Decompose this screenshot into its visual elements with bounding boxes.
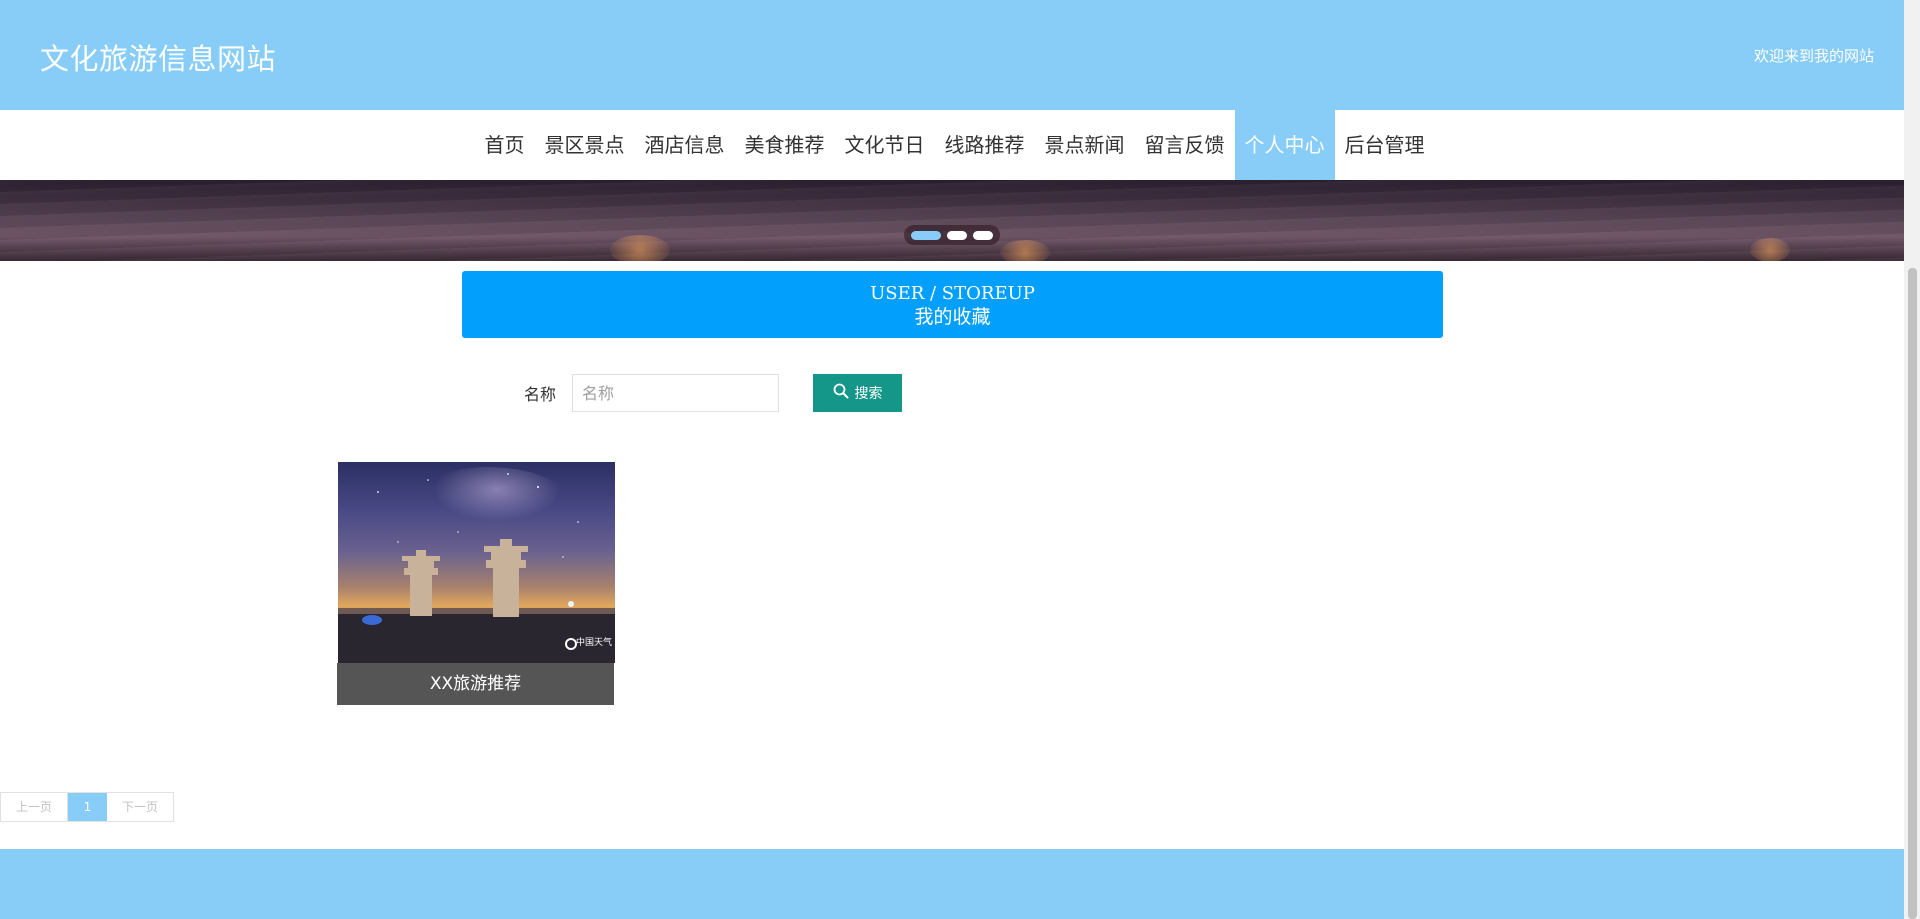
nav-item-feedback[interactable]: 留言反馈 <box>1135 110 1235 180</box>
carousel-indicators <box>904 225 1000 245</box>
carousel-dot[interactable] <box>947 230 967 240</box>
nav-item-home[interactable]: 首页 <box>475 110 535 180</box>
main-nav: 首页 景区景点 酒店信息 美食推荐 文化节日 线路推荐 景点新闻 留言反馈 个人… <box>0 110 1904 180</box>
next-page-button[interactable]: 下一页 <box>107 793 173 821</box>
card-title[interactable]: XX旅游推荐 <box>337 663 614 705</box>
nav-item-food[interactable]: 美食推荐 <box>735 110 835 180</box>
card-image[interactable]: 中国天气 <box>338 462 615 663</box>
page-number-button[interactable]: 1 <box>68 793 107 821</box>
search-button-label: 搜索 <box>854 386 883 402</box>
banner-carousel <box>0 180 1904 261</box>
site-footer <box>0 849 1904 919</box>
site-title: 文化旅游信息网站 <box>40 42 277 76</box>
banner-light <box>1750 238 1790 261</box>
search-label: 名称 <box>524 385 557 404</box>
banner-light <box>610 235 670 261</box>
card-watermark: 中国天气 <box>575 638 612 648</box>
section-title: USER / STOREUP 我的收藏 <box>462 271 1443 338</box>
section-title-en: USER / STOREUP <box>870 283 1035 304</box>
carousel-dot[interactable] <box>973 230 993 240</box>
section-title-cn: 我的收藏 <box>914 306 991 328</box>
nav-item-news[interactable]: 景点新闻 <box>1035 110 1135 180</box>
search-input[interactable] <box>572 374 779 412</box>
vertical-scrollbar[interactable] <box>1904 0 1920 919</box>
search-button[interactable]: 搜索 <box>813 374 902 412</box>
nav-item-routes[interactable]: 线路推荐 <box>935 110 1035 180</box>
favorite-card[interactable]: 中国天气 XX旅游推荐 <box>337 462 615 705</box>
nav-item-hotels[interactable]: 酒店信息 <box>635 110 735 180</box>
scrollbar-thumb[interactable] <box>1908 268 1917 919</box>
page: 文化旅游信息网站 欢迎来到我的网站 首页 景区景点 酒店信息 美食推荐 文化节日… <box>0 0 1904 919</box>
pagination: 上一页 1 下一页 <box>0 792 174 822</box>
nav-item-personal-center[interactable]: 个人中心 <box>1234 110 1335 180</box>
search-icon <box>833 383 849 403</box>
welcome-text: 欢迎来到我的网站 <box>1753 47 1874 65</box>
site-header: 文化旅游信息网站 欢迎来到我的网站 <box>0 0 1904 110</box>
nav-item-festivals[interactable]: 文化节日 <box>835 110 935 180</box>
carousel-dot[interactable] <box>911 230 941 240</box>
nav-item-scenic-spots[interactable]: 景区景点 <box>535 110 635 180</box>
nav-item-admin[interactable]: 后台管理 <box>1335 110 1435 180</box>
nav-list: 首页 景区景点 酒店信息 美食推荐 文化节日 线路推荐 景点新闻 留言反馈 个人… <box>475 110 1435 180</box>
banner-light <box>1000 240 1050 261</box>
prev-page-button[interactable]: 上一页 <box>1 793 68 821</box>
weather-logo-icon <box>565 638 577 650</box>
